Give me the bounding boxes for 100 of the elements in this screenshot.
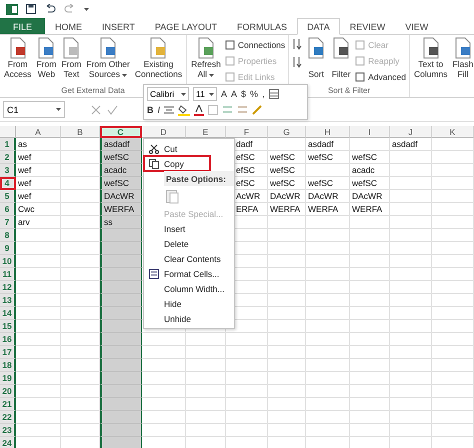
ribbon-button[interactable]: Existing Connections [134, 37, 184, 79]
format-button[interactable]: $ [241, 89, 246, 99]
row-header[interactable]: 14 [0, 307, 16, 320]
table-cell: wefSC [100, 177, 142, 190]
row-header[interactable]: 1 [0, 138, 16, 151]
menu-item[interactable]: Unhide [144, 311, 234, 326]
undo-icon[interactable] [44, 4, 56, 14]
ribbon-button[interactable]: From Web [35, 37, 58, 79]
size-field[interactable]: 11 [193, 87, 217, 101]
row-header[interactable]: 15 [0, 320, 16, 333]
table-cell [61, 151, 100, 164]
ribbon-button[interactable]: From Other Sources [85, 37, 131, 79]
column-header[interactable]: K [432, 126, 474, 138]
row-header[interactable]: 24 [0, 437, 16, 448]
column-header[interactable]: B [61, 126, 100, 138]
row-header[interactable]: 11 [0, 268, 16, 281]
row-header[interactable]: 4 [0, 177, 16, 190]
table-cell [100, 372, 142, 385]
menu-item[interactable]: Clear Contents [144, 251, 234, 266]
menu-item[interactable]: Delete [144, 236, 234, 251]
redo-icon[interactable] [64, 4, 76, 14]
row-header[interactable]: 22 [0, 411, 16, 424]
table-cell [432, 164, 474, 177]
style-button[interactable]: B [147, 105, 154, 115]
table-cell [186, 398, 226, 411]
row-header[interactable]: 21 [0, 398, 16, 411]
row-header[interactable]: 17 [0, 346, 16, 359]
table-cell [432, 190, 474, 203]
column-header[interactable]: A [16, 126, 61, 138]
row-header[interactable]: 13 [0, 294, 16, 307]
table-cell [306, 333, 350, 346]
row-header[interactable]: 7 [0, 216, 16, 229]
ribbon-tab[interactable]: DATA [297, 18, 340, 35]
name-box[interactable]: C1 [3, 101, 65, 118]
table-cell [226, 385, 268, 398]
border-icon[interactable] [208, 105, 218, 115]
column-header[interactable]: J [390, 126, 432, 138]
row-header[interactable]: 19 [0, 372, 16, 385]
format-button[interactable]: % [250, 89, 258, 99]
row-header[interactable]: 6 [0, 203, 16, 216]
font-color-icon[interactable] [194, 104, 204, 116]
column-header[interactable]: H [306, 126, 350, 138]
menu-item[interactable]: Format Cells... [144, 266, 234, 281]
column-header[interactable]: D [142, 126, 186, 138]
column-header[interactable]: I [350, 126, 390, 138]
table-icon[interactable] [268, 89, 279, 99]
table-cell: wef [16, 151, 61, 164]
ribbon-button[interactable]: From Text [60, 37, 82, 79]
ribbon-button[interactable]: Filter [330, 37, 352, 79]
decimal-icon[interactable] [222, 105, 234, 115]
row-header[interactable]: 2 [0, 151, 16, 164]
font-size-button[interactable]: A [221, 89, 228, 99]
column-header[interactable]: F [226, 126, 268, 138]
table-cell [268, 138, 306, 151]
group-label: Get External Data [61, 86, 125, 97]
font-field[interactable]: Calibri [147, 87, 189, 101]
decimal-icon[interactable] [237, 105, 248, 115]
dropdown-caret-icon [209, 74, 214, 77]
menu-item[interactable]: Column Width... [144, 281, 234, 296]
style-button[interactable]: I [158, 105, 160, 115]
row-header[interactable]: 9 [0, 242, 16, 255]
row-header[interactable]: 8 [0, 229, 16, 242]
row-header[interactable]: 10 [0, 255, 16, 268]
scissors-icon [149, 144, 159, 154]
fill-color-icon[interactable] [178, 104, 190, 116]
row-header[interactable]: 3 [0, 164, 16, 177]
table-cell [432, 138, 474, 151]
table-cell [306, 255, 350, 268]
row-header[interactable]: 20 [0, 385, 16, 398]
menu-item[interactable]: Copy [144, 156, 210, 171]
align-icon[interactable] [164, 106, 174, 114]
ribbon-button[interactable]: Flash Fill [452, 37, 474, 79]
row-header[interactable]: 18 [0, 359, 16, 372]
ribbon-small-button[interactable]: Advanced [355, 70, 406, 84]
ribbon-button[interactable]: From Access [3, 37, 32, 79]
table-cell [390, 268, 432, 281]
ribbon-button[interactable]: Refresh All [190, 37, 222, 79]
cancel-icon[interactable] [91, 104, 101, 114]
row-header[interactable]: 12 [0, 281, 16, 294]
ribbon-small-button[interactable]: Connections [224, 38, 286, 52]
row-header[interactable]: 5 [0, 190, 16, 203]
table-cell [186, 385, 226, 398]
table-cell [100, 437, 142, 448]
row-header[interactable]: 23 [0, 424, 16, 437]
table-cell: wef [16, 177, 61, 190]
ribbon-button[interactable]: Sort [305, 37, 328, 79]
check-icon[interactable] [107, 104, 118, 114]
table-cell [268, 320, 306, 333]
brush-icon[interactable] [252, 105, 262, 115]
menu-item[interactable]: Hide [144, 296, 234, 311]
ribbon-button[interactable]: Text to Columns [412, 37, 449, 79]
save-icon[interactable] [26, 4, 36, 14]
clipboard-icon[interactable] [166, 188, 179, 204]
column-header[interactable]: E [186, 126, 226, 138]
column-header[interactable]: C [100, 126, 142, 138]
row-header[interactable]: 16 [0, 333, 16, 346]
file-tab[interactable]: FILE [0, 18, 46, 34]
menu-item[interactable]: Insert [144, 221, 234, 236]
font-size-button[interactable]: A [231, 89, 238, 99]
column-header[interactable]: G [268, 126, 306, 138]
